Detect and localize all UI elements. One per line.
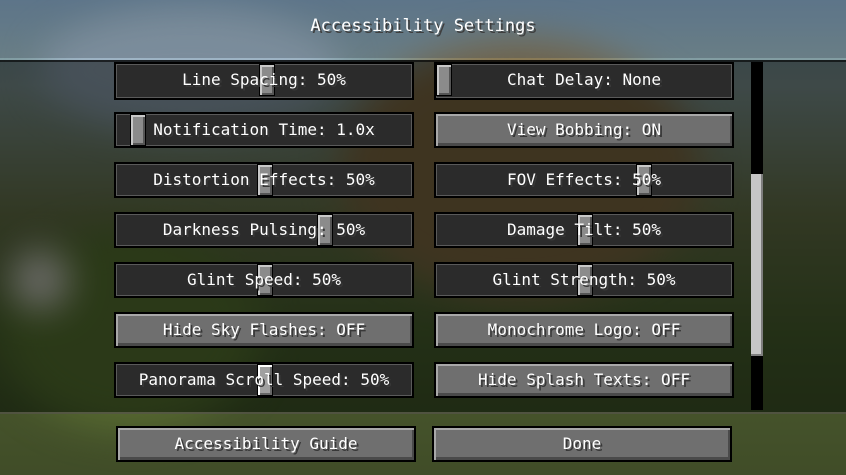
slider-label: Darkness Pulsing: 50% [162,220,366,239]
slider-label: FOV Effects: 50% [506,170,662,189]
button-label: Hide Sky Flashes: OFF [162,320,366,339]
darkness-pulsing-slider[interactable]: Darkness Pulsing: 50% [114,212,414,248]
slider-handle[interactable] [436,64,452,96]
slider-label: Damage Tilt: 50% [506,220,662,239]
button-label: Accessibility Guide [174,434,358,453]
accessibility-guide-button[interactable]: Accessibility Guide [116,426,416,462]
button-label: Hide Splash Texts: OFF [478,370,690,389]
fov-effects-slider[interactable]: FOV Effects: 50% [434,162,734,198]
button-label: Monochrome Logo: OFF [487,320,681,339]
button-label: Done [562,434,602,453]
done-button[interactable]: Done [432,426,732,462]
button-label: View Bobbing: ON [506,120,662,139]
slider-label: Notification Time: 1.0x [153,120,375,139]
page-title: Accessibility Settings [310,16,536,36]
hide-sky-flashes-button[interactable]: Hide Sky Flashes: OFF [114,312,414,348]
view-bobbing-button[interactable]: View Bobbing: ON [434,112,734,148]
panorama-scroll-speed-slider[interactable]: Panorama Scroll Speed: 50% [114,362,414,398]
slider-label: Glint Speed: 50% [186,270,342,289]
slider-label: Chat Delay: None [506,70,662,89]
damage-tilt-slider[interactable]: Damage Tilt: 50% [434,212,734,248]
slider-label: Panorama Scroll Speed: 50% [138,370,390,389]
monochrome-logo-button[interactable]: Monochrome Logo: OFF [434,312,734,348]
glint-strength-slider[interactable]: Glint Strength: 50% [434,262,734,298]
hide-splash-texts-button[interactable]: Hide Splash Texts: OFF [434,362,734,398]
chat-delay-slider[interactable]: Chat Delay: None [434,62,734,100]
slider-label: Glint Strength: 50% [492,270,676,289]
slider-label: Distortion Effects: 50% [153,170,375,189]
line-spacing-slider[interactable]: Line Spacing: 50% [114,62,414,100]
notification-time-slider[interactable]: Notification Time: 1.0x [114,112,414,148]
scrollbar-thumb[interactable] [751,174,763,356]
glint-speed-slider[interactable]: Glint Speed: 50% [114,262,414,298]
slider-label: Line Spacing: 50% [182,70,346,89]
slider-handle[interactable] [130,114,146,146]
distortion-effects-slider[interactable]: Distortion Effects: 50% [114,162,414,198]
